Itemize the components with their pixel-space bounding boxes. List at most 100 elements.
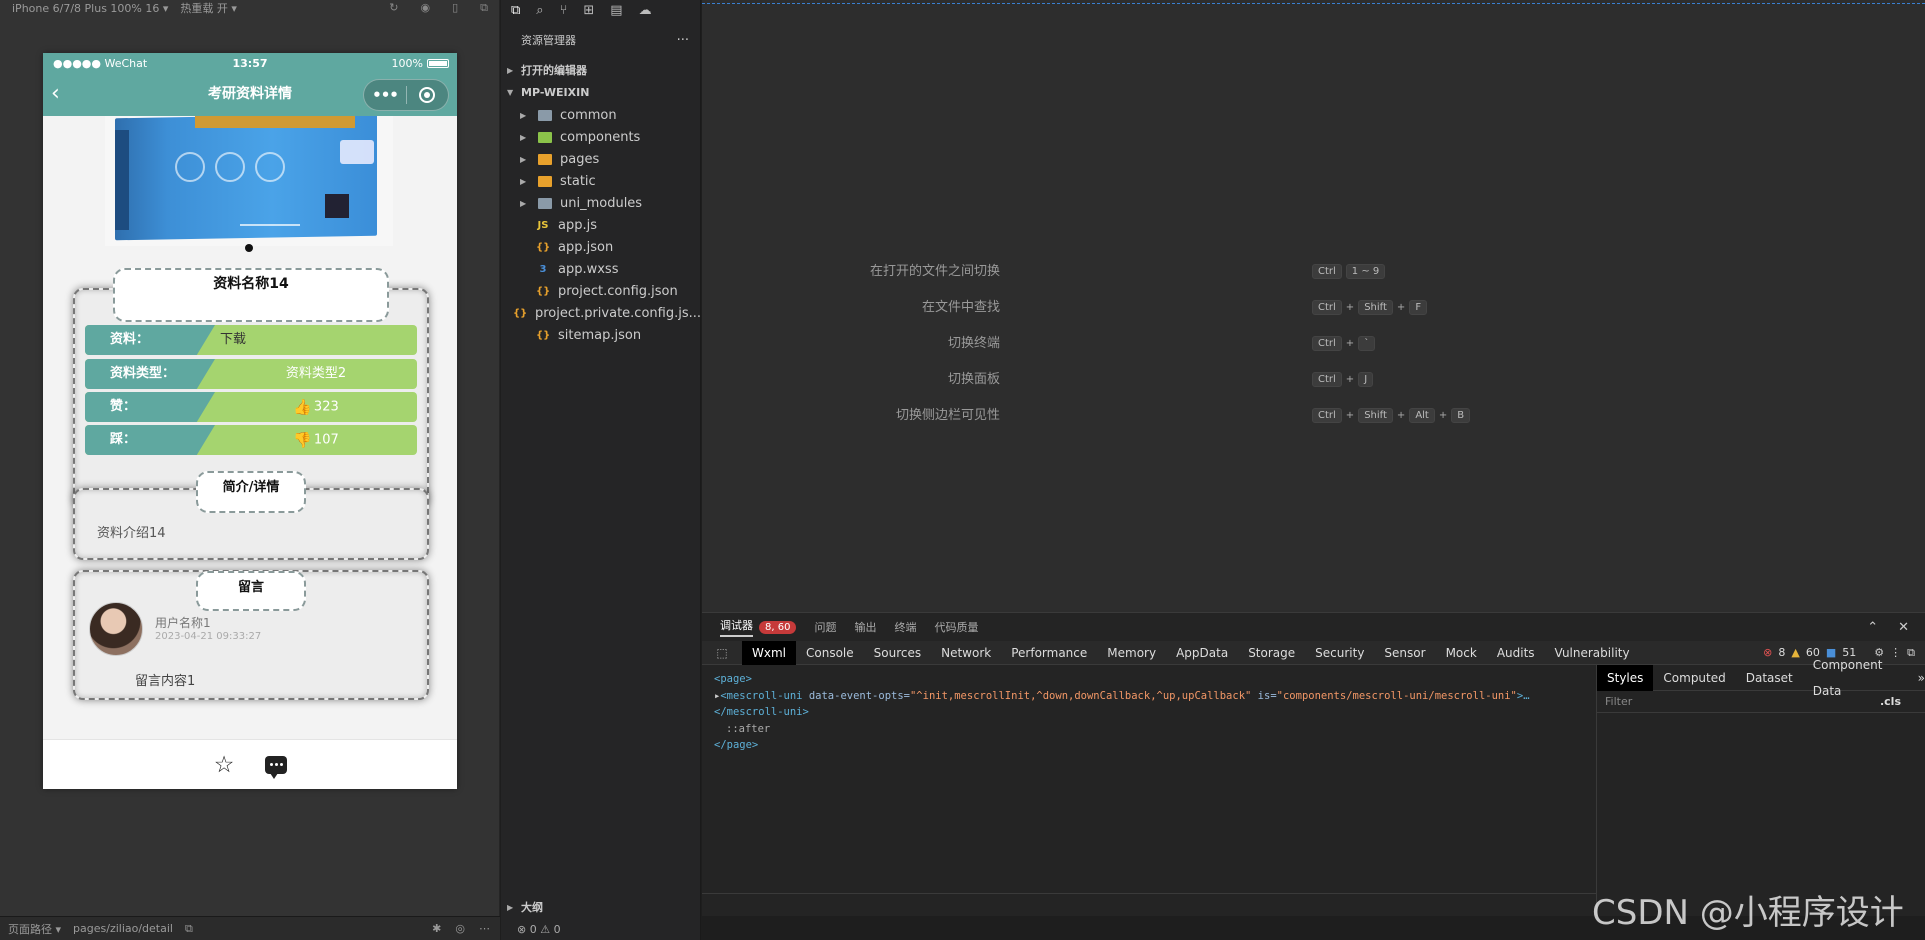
- chevron-right-icon: ▶: [507, 902, 514, 912]
- tree-file-project-config[interactable]: {} project.config.json: [501, 280, 701, 302]
- tab-code-quality[interactable]: 代码质量: [934, 619, 978, 635]
- phone-icon[interactable]: ▯: [452, 1, 458, 15]
- device-selector[interactable]: iPhone 6/7/8 Plus 100% 16 ▾: [12, 2, 168, 15]
- more-icon[interactable]: ⋯: [479, 922, 490, 935]
- tab-styles[interactable]: Styles: [1597, 664, 1654, 691]
- tab-appdata[interactable]: AppData: [1166, 641, 1238, 665]
- refresh-icon[interactable]: ↻: [389, 1, 398, 15]
- more-icon[interactable]: ···: [677, 33, 701, 48]
- open-editors-section[interactable]: ▶ 打开的编辑器: [501, 59, 701, 81]
- comment-icon[interactable]: [263, 752, 289, 779]
- outline-section[interactable]: ▶ 大纲: [501, 896, 701, 918]
- shortcut-key: `: [1358, 336, 1376, 351]
- thumbs-up-icon[interactable]: 👍: [293, 392, 312, 422]
- tab-mock[interactable]: Mock: [1436, 641, 1487, 665]
- tab-dataset[interactable]: Dataset: [1736, 665, 1803, 691]
- avatar: [89, 602, 143, 656]
- devtools-tabs: ⬚ Wxml Console Sources Network Performan…: [702, 640, 1925, 665]
- chevron-right-icon: ▶: [507, 65, 514, 75]
- star-icon[interactable]: ☆: [211, 752, 237, 778]
- tab-performance[interactable]: Performance: [1001, 641, 1097, 665]
- search-icon[interactable]: ⌕: [536, 3, 543, 18]
- tree-folder-pages[interactable]: ▶ pages: [501, 148, 701, 170]
- tab-vulnerability[interactable]: Vulnerability: [1545, 641, 1640, 665]
- tab-wxml[interactable]: Wxml: [742, 640, 796, 665]
- tab-output[interactable]: 输出: [854, 619, 876, 635]
- tree-folder-components[interactable]: ▶ components: [501, 126, 701, 148]
- tab-audits[interactable]: Audits: [1487, 641, 1545, 665]
- detach-icon[interactable]: ⧉: [480, 1, 488, 15]
- tab-debugger[interactable]: 调试器: [720, 617, 753, 637]
- tab-terminal[interactable]: 终端: [894, 619, 916, 635]
- page-path-label[interactable]: 页面路径 ▾: [8, 921, 61, 937]
- chevron-down-icon: ▼: [507, 87, 514, 97]
- tree-file-sitemap[interactable]: {} sitemap.json: [501, 324, 701, 346]
- chevron-double-right-icon[interactable]: »: [1918, 671, 1925, 685]
- eye-icon[interactable]: ◎: [455, 922, 465, 935]
- layout-icon[interactable]: ▤: [610, 3, 622, 18]
- tree-folder-static[interactable]: ▶ static: [501, 170, 701, 192]
- editor-area: 在打开的文件之间切换 Ctrl 1 ~ 9 在文件中查找 Ctrl + Shift + F…: [702, 0, 1925, 612]
- tab-sources[interactable]: Sources: [864, 641, 931, 665]
- bug-icon[interactable]: ✱: [432, 922, 441, 935]
- tree-file-app-wxss[interactable]: 3 app.wxss: [501, 258, 701, 280]
- tree-label: static: [560, 173, 596, 189]
- error-count: 8: [1778, 646, 1786, 659]
- wxml-tree: <page> ▸<mescroll-uni data-event-opts="^…: [702, 665, 1596, 893]
- tab-console[interactable]: Console: [796, 641, 864, 665]
- hot-reload-toggle[interactable]: 热重载 开 ▾: [180, 0, 237, 16]
- folder-icon: [538, 175, 552, 187]
- tree-file-project-private-config[interactable]: {} project.private.config.js...: [501, 302, 701, 324]
- close-target-icon[interactable]: [407, 87, 448, 103]
- tab-network[interactable]: Network: [931, 641, 1001, 665]
- comment-text: 留言内容1: [135, 674, 196, 689]
- info-row-download[interactable]: 下载 资料：: [85, 325, 417, 355]
- folder-icon: [538, 109, 552, 121]
- problems-count[interactable]: ⊗ 0 ⚠ 0: [501, 918, 701, 940]
- tab-computed[interactable]: Computed: [1653, 665, 1735, 691]
- chevron-right-icon: ▶: [520, 154, 527, 164]
- shortcut-key: Ctrl: [1312, 300, 1342, 315]
- stop-icon[interactable]: ◉: [420, 1, 430, 15]
- files-icon[interactable]: ⧉: [511, 3, 520, 18]
- thumbs-down-icon[interactable]: 👎: [293, 425, 312, 455]
- shortcut-key: Shift: [1358, 408, 1393, 423]
- wxml-line[interactable]: ::after: [714, 721, 1584, 738]
- chevron-up-icon[interactable]: ⌃: [1867, 620, 1878, 635]
- close-icon[interactable]: ✕: [1898, 620, 1909, 635]
- wxml-line[interactable]: </mescroll-uni>: [714, 704, 1584, 721]
- tree-folder-uni-modules[interactable]: ▶ uni_modules: [501, 192, 701, 214]
- wxml-line[interactable]: ▸<mescroll-uni data-event-opts="^init,me…: [714, 688, 1584, 705]
- tab-problems[interactable]: 问题: [814, 619, 836, 635]
- copy-icon[interactable]: ⧉: [185, 922, 193, 936]
- info-row-like[interactable]: 👍 323 赞：: [85, 392, 417, 422]
- shortcut-key: Ctrl: [1312, 372, 1342, 387]
- tree-folder-common[interactable]: ▶ common: [501, 104, 701, 126]
- extensions-icon[interactable]: ⊞: [583, 3, 594, 18]
- shortcut-plus: +: [1438, 410, 1448, 421]
- more-dots-icon[interactable]: •••: [364, 86, 406, 104]
- wxml-line[interactable]: </page>: [714, 737, 1584, 754]
- tab-storage[interactable]: Storage: [1238, 641, 1305, 665]
- info-title: 资料名称14: [113, 268, 389, 322]
- git-icon[interactable]: ⑂: [560, 3, 568, 18]
- inspect-icon[interactable]: ⬚: [702, 646, 742, 660]
- json-file-icon: {}: [536, 241, 551, 253]
- docker-icon[interactable]: ☁: [639, 3, 652, 18]
- swiper-indicator-dot[interactable]: [245, 244, 253, 252]
- project-section[interactable]: ▼ MP-WEIXIN: [501, 81, 701, 103]
- cls-button[interactable]: .cls: [1880, 695, 1925, 708]
- tab-memory[interactable]: Memory: [1097, 641, 1166, 665]
- tree-file-app-json[interactable]: {} app.json: [501, 236, 701, 258]
- comment-time: 2023-04-21 09:33:27: [155, 631, 262, 642]
- nav-bar: ‹ 考研资料详情 •••: [43, 73, 457, 116]
- tab-sensor[interactable]: Sensor: [1374, 641, 1435, 665]
- wxml-line[interactable]: <page>: [714, 671, 1584, 688]
- tree-label: app.js: [558, 217, 597, 233]
- shortcut-key: Alt: [1409, 408, 1435, 423]
- info-row-dislike[interactable]: 👎 107 踩：: [85, 425, 417, 455]
- tab-security[interactable]: Security: [1305, 641, 1374, 665]
- tree-file-app-js[interactable]: JS app.js: [501, 214, 701, 236]
- simulator-statusbar: 页面路径 ▾ pages/ziliao/detail ⧉ ✱ ◎ ⋯: [0, 916, 500, 940]
- styles-pane: Styles Computed Dataset Component Data »…: [1596, 658, 1925, 917]
